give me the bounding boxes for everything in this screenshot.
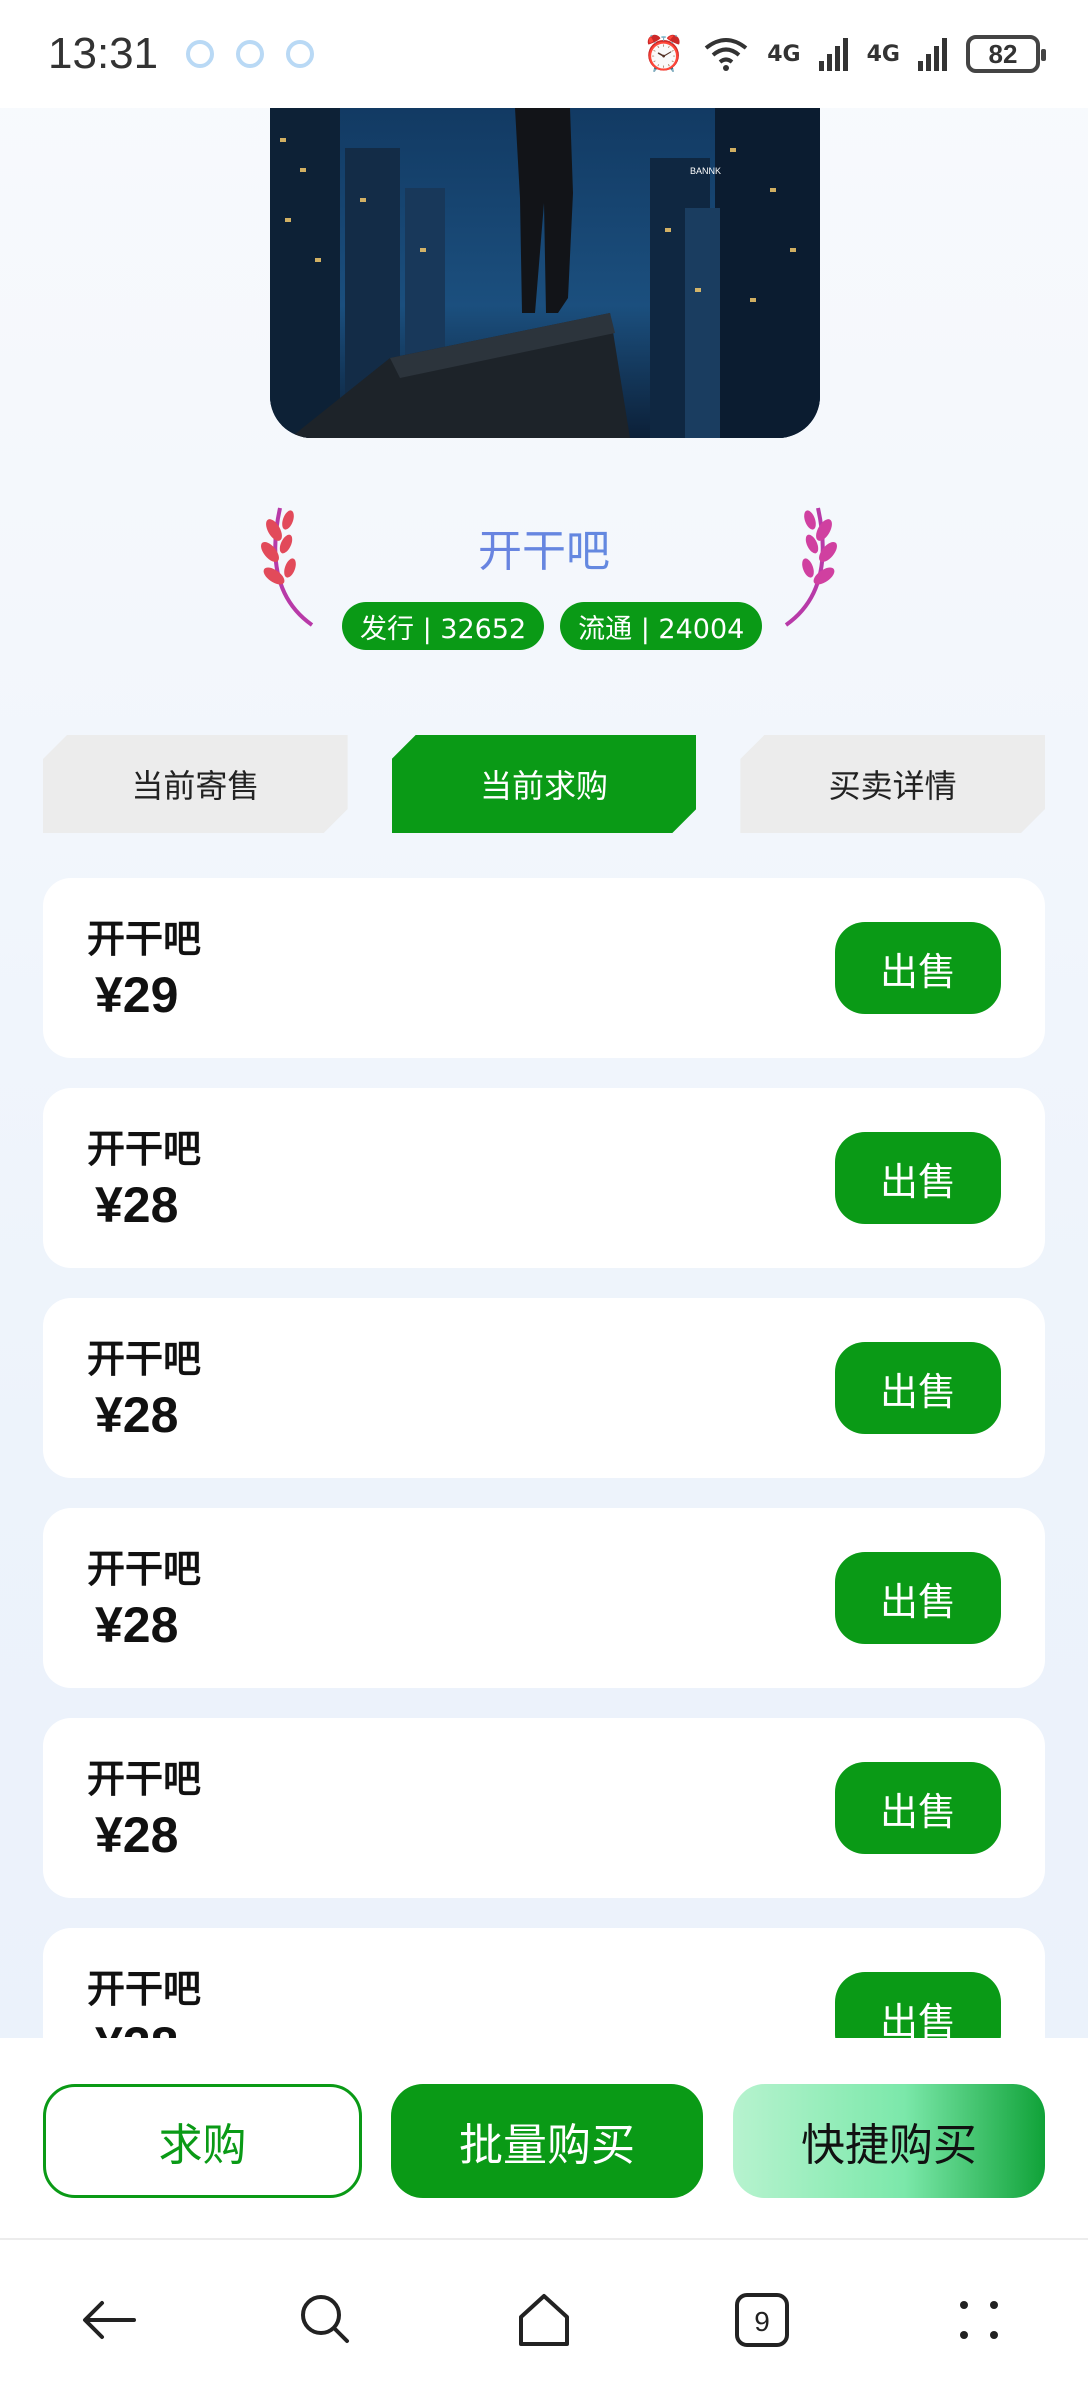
tab-trade-details[interactable]: 买卖详情 bbox=[740, 735, 1045, 833]
item-name: 开干吧 bbox=[87, 1757, 202, 1801]
search-icon bbox=[301, 2295, 350, 2343]
tab-consignment[interactable]: 当前寄售 bbox=[43, 735, 348, 833]
network-label: 4G bbox=[866, 41, 900, 67]
item-name: 开干吧 bbox=[87, 1337, 202, 1381]
tab-buy-requests[interactable]: 当前求购 bbox=[392, 735, 697, 833]
item-name: 开干吧 bbox=[87, 917, 202, 961]
sell-button[interactable]: 出售 bbox=[835, 1762, 1001, 1854]
buy-request-list[interactable]: 开干吧 ¥29 出售 开干吧 ¥28 出售 开干吧 ¥28 出售 开干吧 ¥28… bbox=[43, 878, 1045, 2038]
alarm-icon: ⏰ bbox=[642, 34, 686, 74]
battery-indicator: 82 bbox=[966, 35, 1046, 73]
item-price: ¥28 bbox=[95, 1597, 179, 1653]
item-name: 开干吧 bbox=[87, 1127, 202, 1171]
menu-dots-icon bbox=[960, 2301, 999, 2339]
item-price: ¥28 bbox=[95, 1387, 179, 1443]
tab-count: 9 bbox=[754, 2306, 770, 2337]
item-name: 开干吧 bbox=[87, 1547, 202, 1591]
item-name: 开干吧 bbox=[87, 1967, 202, 2011]
network-label: 4G bbox=[767, 41, 801, 67]
notification-icon bbox=[236, 40, 265, 68]
navigation-bar: 9 bbox=[0, 2238, 1088, 2400]
sell-button[interactable]: 出售 bbox=[835, 922, 1001, 1014]
sell-button[interactable]: 出售 bbox=[835, 1342, 1001, 1434]
list-item: 开干吧 ¥29 出售 bbox=[43, 878, 1045, 1058]
issued-badge: 发行 | 32652 bbox=[342, 602, 545, 650]
request-buy-button[interactable]: 求购 bbox=[43, 2084, 362, 2198]
market-tabs: 当前寄售 当前求购 买卖详情 bbox=[43, 735, 1045, 833]
batch-buy-button[interactable]: 批量购买 bbox=[391, 2084, 703, 2198]
list-item: 开干吧 ¥28 出售 bbox=[43, 1298, 1045, 1478]
item-price: ¥28 bbox=[95, 2016, 178, 2038]
status-time: 13:31 bbox=[48, 29, 159, 78]
status-bar: 13:31 ⏰ 4G 4G 82 bbox=[0, 0, 1088, 108]
sell-button[interactable]: 出售 bbox=[835, 1132, 1001, 1224]
signal-icon bbox=[818, 38, 848, 71]
circulation-badge: 流通 | 24004 bbox=[560, 602, 763, 650]
laurel-right-icon bbox=[784, 507, 837, 627]
list-item: 开干吧 ¥28 出售 bbox=[43, 1718, 1045, 1898]
quick-buy-button[interactable]: 快捷购买 bbox=[733, 2084, 1045, 2198]
menu-button[interactable] bbox=[934, 2275, 1024, 2365]
list-item: 开干吧 ¥28 出售 bbox=[43, 1508, 1045, 1688]
tab-switcher-icon: 9 bbox=[734, 2293, 789, 2347]
back-arrow-icon bbox=[82, 2301, 136, 2339]
item-price: ¥29 bbox=[95, 967, 179, 1023]
action-bar: 求购 批量购买 快捷购买 bbox=[0, 2038, 1088, 2238]
product-title: 开干吧 bbox=[0, 515, 1088, 579]
item-price: ¥28 bbox=[95, 1807, 179, 1863]
building-sign: BANNK bbox=[690, 166, 721, 176]
sell-button[interactable]: 出售 bbox=[835, 1972, 1001, 2038]
wifi-icon bbox=[705, 38, 748, 71]
home-button[interactable] bbox=[499, 2275, 589, 2365]
list-item: 开干吧 ¥28 出售 bbox=[43, 1088, 1045, 1268]
home-icon bbox=[518, 2294, 569, 2346]
list-item: 开干吧 ¥28 出售 bbox=[43, 1928, 1045, 2038]
notification-icon bbox=[286, 40, 315, 68]
item-price: ¥28 bbox=[95, 1177, 179, 1233]
notification-icons bbox=[186, 40, 315, 68]
city-rooftop-man-image: BANNK bbox=[270, 108, 820, 438]
notification-icon bbox=[186, 40, 215, 68]
signal-icon bbox=[918, 38, 947, 71]
tabs-button[interactable]: 9 bbox=[717, 2275, 807, 2365]
product-header: 开干吧 发行 | 32652 流通 | 24004 bbox=[0, 500, 1088, 670]
search-button[interactable] bbox=[281, 2275, 371, 2365]
sell-button[interactable]: 出售 bbox=[835, 1552, 1001, 1644]
back-button[interactable] bbox=[64, 2275, 154, 2365]
